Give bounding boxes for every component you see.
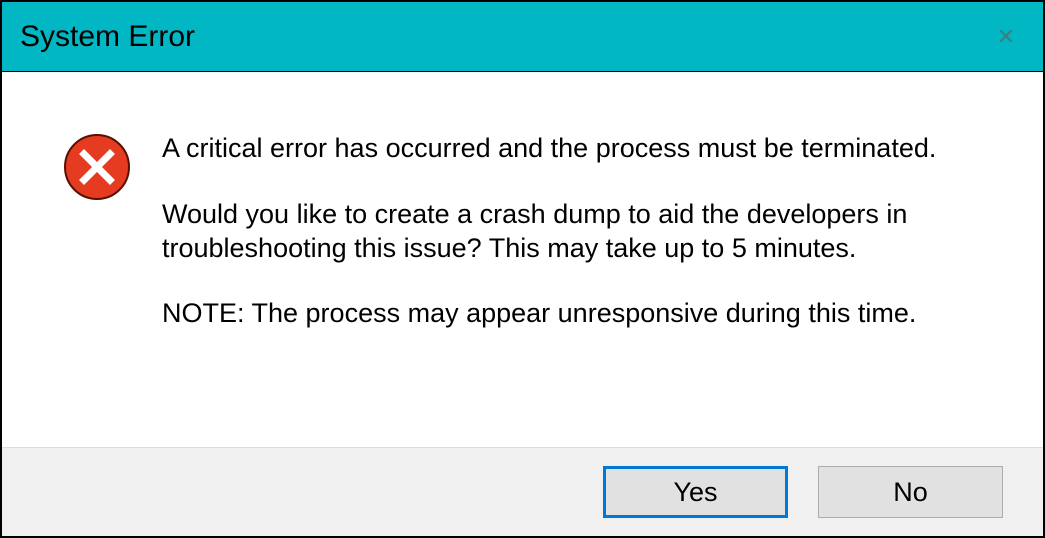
titlebar: System Error ✕: [2, 2, 1043, 72]
yes-button[interactable]: Yes: [603, 466, 788, 518]
icon-column: [62, 132, 162, 417]
message-line-2: Would you like to create a crash dump to…: [162, 198, 993, 266]
titlebar-title: System Error: [20, 20, 195, 54]
button-bar: Yes No: [2, 447, 1043, 536]
message-line-1: A critical error has occurred and the pr…: [162, 132, 993, 166]
system-error-dialog: System Error ✕ A critical error has occu…: [0, 0, 1045, 538]
error-x-icon: [62, 132, 132, 202]
message-column: A critical error has occurred and the pr…: [162, 132, 993, 417]
dialog-content: A critical error has occurred and the pr…: [2, 72, 1043, 447]
message-line-3: NOTE: The process may appear unresponsiv…: [162, 297, 993, 331]
close-icon[interactable]: ✕: [989, 22, 1023, 52]
no-button[interactable]: No: [818, 466, 1003, 518]
